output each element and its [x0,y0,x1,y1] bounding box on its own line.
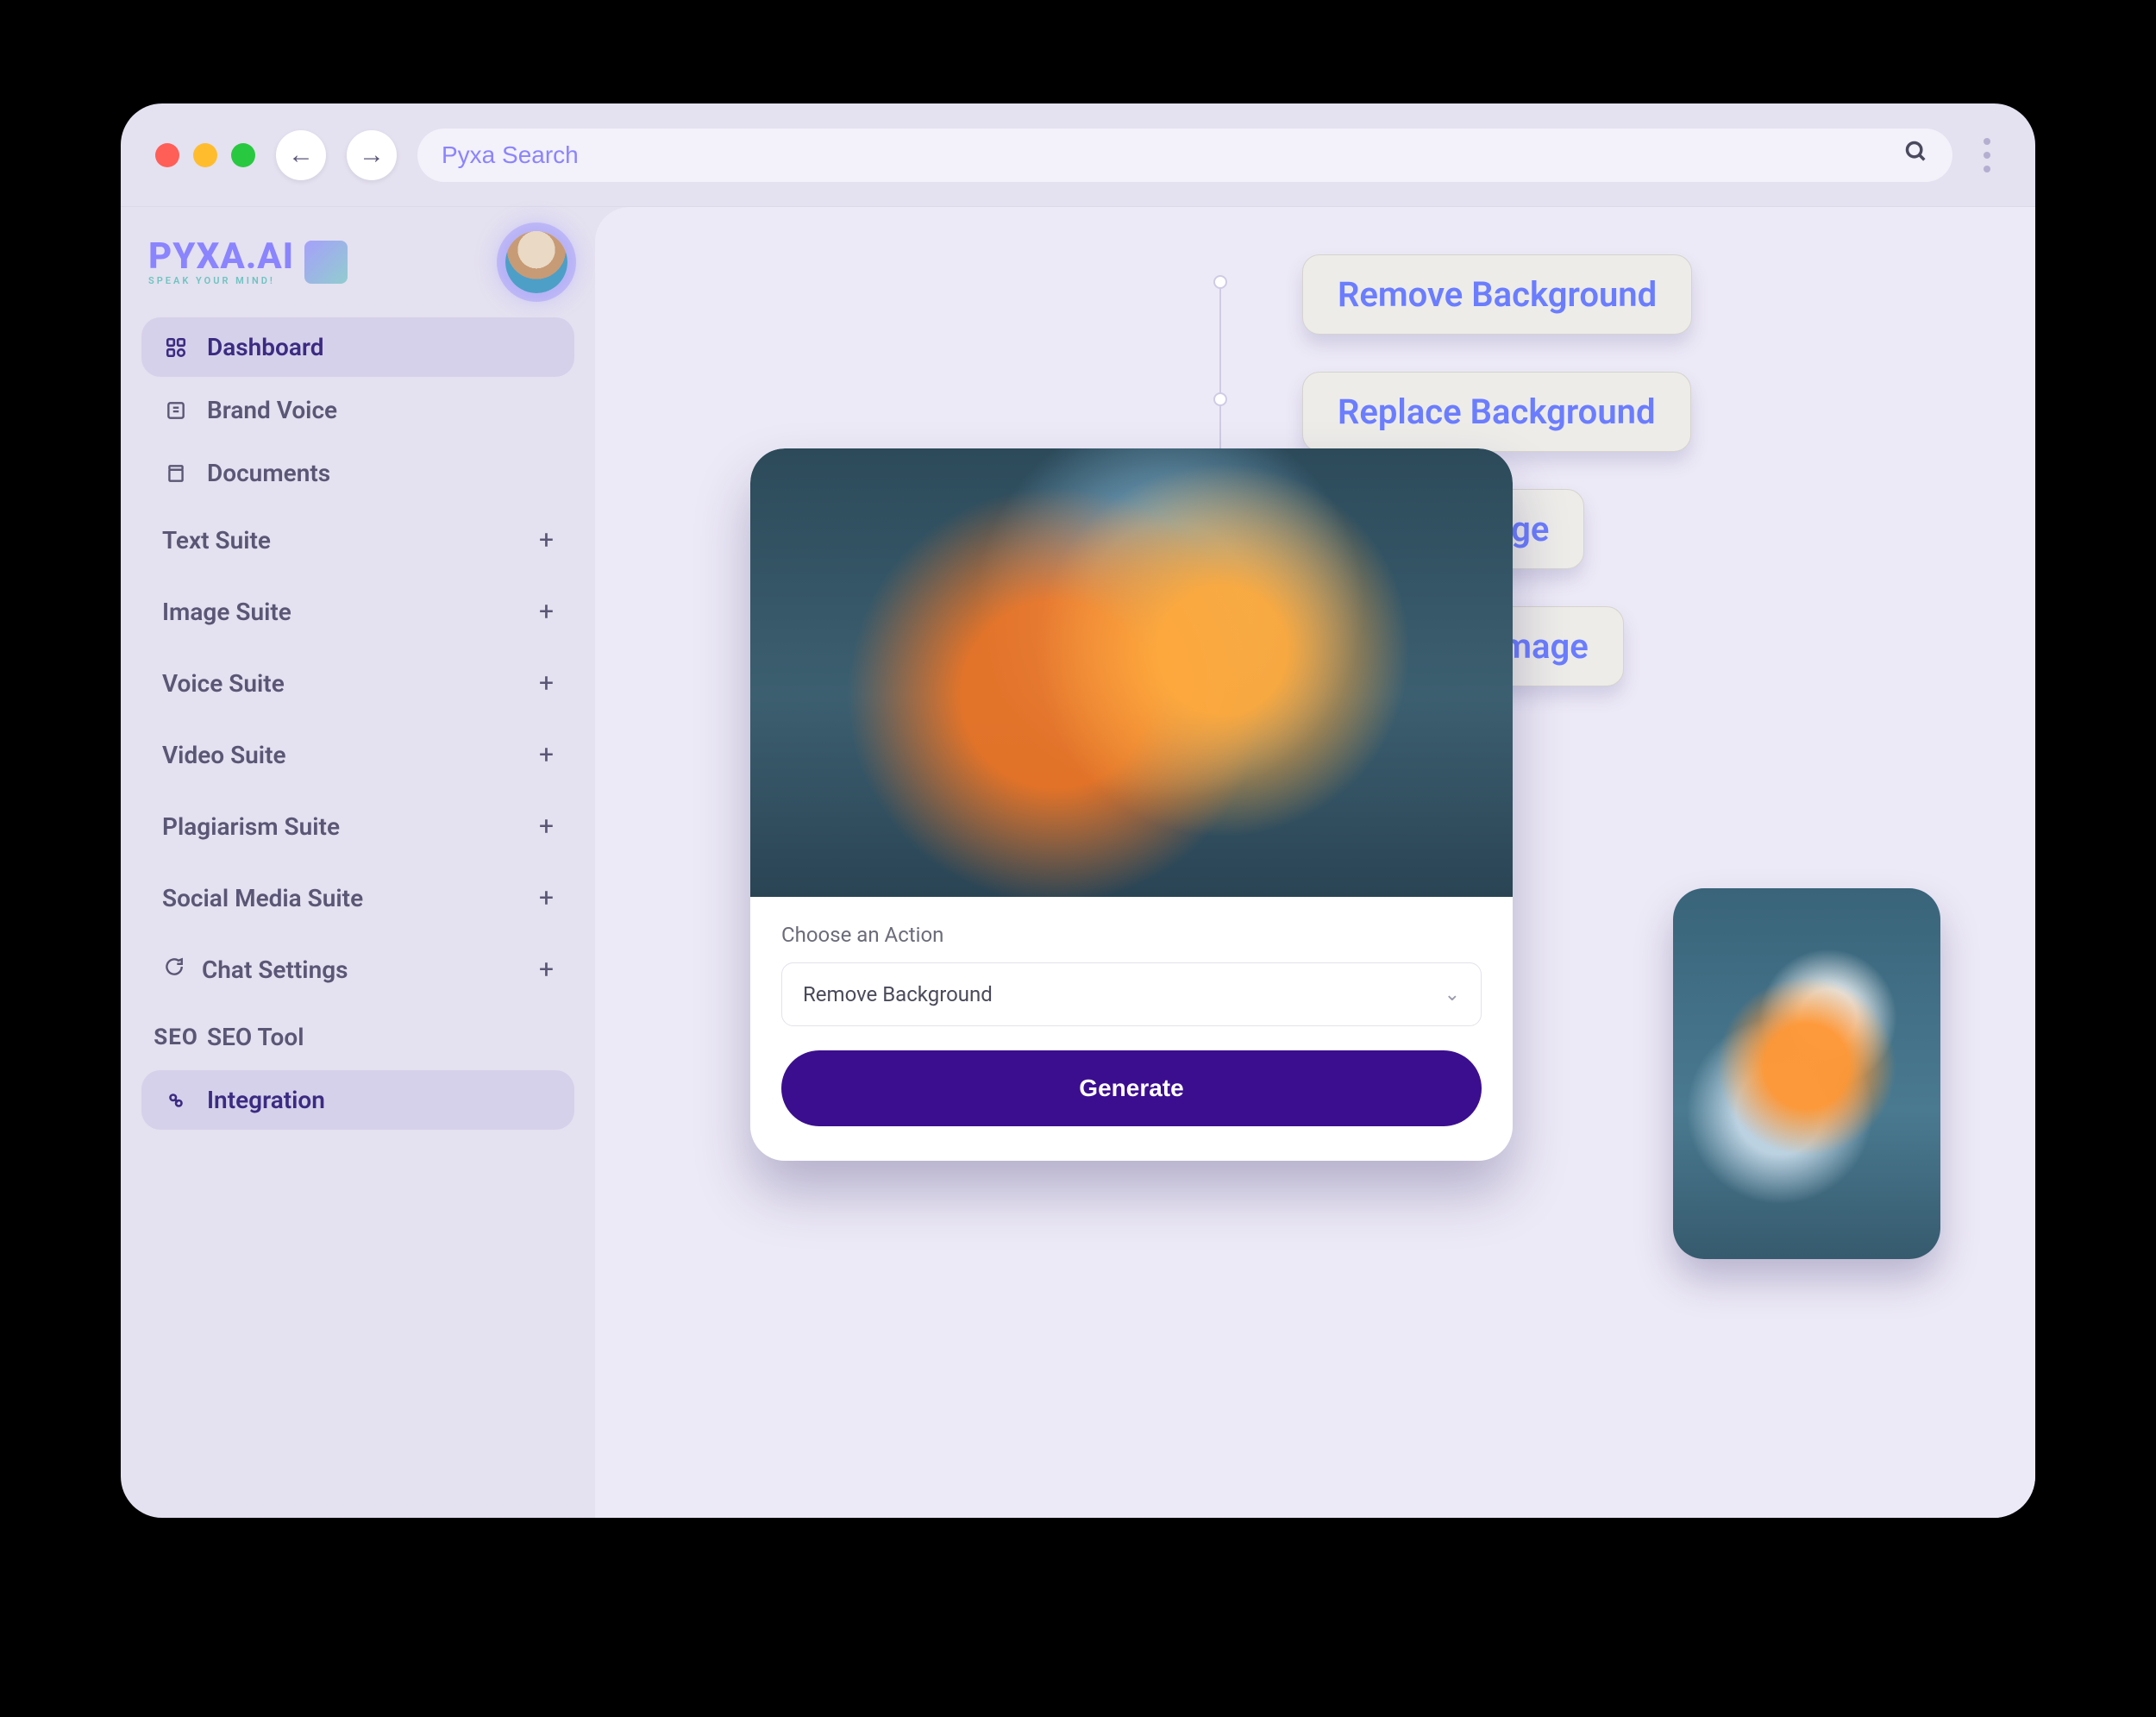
sidebar-group-label: Image Suite [162,598,291,626]
sidebar-group-voice-suite[interactable]: Voice Suite + [141,649,574,718]
forward-button[interactable]: → [347,130,397,180]
nav: Dashboard Brand Voice Documents Text Sui… [141,317,574,1130]
sidebar-group-label: Chat Settings [202,956,348,984]
plus-icon: + [539,597,554,627]
sidebar-group-label: Text Suite [162,526,271,555]
brand-title: PYXA.AI [148,238,294,276]
sidebar-group-chat-settings[interactable]: Chat Settings + [141,936,574,1004]
chat-icon [162,956,185,984]
sidebar-group-image-suite[interactable]: Image Suite + [141,578,574,646]
content-area: Remove Background Replace Background Tex… [595,207,2035,1518]
brand-logo: PYXA.AI SPEAK YOUR MIND! [148,238,294,286]
maximize-window-icon[interactable] [231,143,255,167]
sidebar-item-label: Dashboard [207,333,324,361]
search-icon[interactable] [1904,140,1928,171]
chevron-down-icon: ⌄ [1445,984,1460,1006]
more-menu-icon[interactable] [1973,138,2001,172]
generator-card: Choose an Action Remove Background ⌄ Gen… [750,448,1513,1161]
sidebar-item-documents[interactable]: Documents [141,443,574,503]
seo-icon: SEO [162,1025,190,1050]
sidebar-item-seo-tool[interactable]: SEO SEO Tool [141,1007,574,1067]
brand-subtitle: SPEAK YOUR MIND! [148,276,294,286]
plus-icon: + [539,883,554,913]
sidebar-group-label: Video Suite [162,741,286,769]
result-thumbnail[interactable] [1673,888,1940,1259]
integration-icon [162,1089,190,1112]
back-button[interactable]: ← [276,130,326,180]
sidebar-item-integration[interactable]: Integration [141,1070,574,1130]
sidebar-item-label: Documents [207,459,330,487]
sidebar-item-label: Integration [207,1086,325,1114]
action-pill-replace-background[interactable]: Replace Background [1302,372,1691,452]
sidebar-group-label: Plagiarism Suite [162,812,340,841]
generate-button[interactable]: Generate [781,1050,1482,1126]
rail-dot-icon [1213,392,1227,406]
titlebar: ← → [121,103,2035,207]
brand-glyph-icon [304,241,348,284]
sidebar-item-dashboard[interactable]: Dashboard [141,317,574,377]
sidebar-group-label: Voice Suite [162,669,285,698]
sidebar-group-plagiarism-suite[interactable]: Plagiarism Suite + [141,793,574,861]
app-window: ← → PYXA.AI SPEAK YOUR MIND! [121,103,2035,1518]
plus-icon: + [539,740,554,770]
sidebar-item-brand-voice[interactable]: Brand Voice [141,380,574,440]
plus-icon: + [539,812,554,842]
sidebar-group-label: Social Media Suite [162,884,363,912]
sidebar-group-text-suite[interactable]: Text Suite + [141,506,574,574]
rail-dot-icon [1213,275,1227,289]
close-window-icon[interactable] [155,143,179,167]
sidebar-group-social-media-suite[interactable]: Social Media Suite + [141,864,574,932]
documents-icon [162,462,190,485]
preview-image [750,448,1513,897]
brand-row: PYXA.AI SPEAK YOUR MIND! [141,231,574,317]
brand-voice-icon [162,399,190,422]
action-select-value: Remove Background [803,982,993,1006]
minimize-window-icon[interactable] [193,143,217,167]
sidebar: PYXA.AI SPEAK YOUR MIND! Dashboard [121,207,595,1518]
plus-icon: + [539,525,554,555]
avatar[interactable] [505,231,567,293]
action-label: Choose an Action [781,923,1482,947]
search-input[interactable] [442,141,1890,169]
sidebar-item-label: SEO Tool [207,1023,304,1051]
search-bar[interactable] [417,128,1952,182]
sidebar-group-video-suite[interactable]: Video Suite + [141,721,574,789]
arrow-right-icon: → [359,140,385,170]
action-pill-remove-background[interactable]: Remove Background [1302,254,1692,335]
dashboard-icon [162,336,190,359]
plus-icon: + [539,668,554,699]
window-controls [155,143,255,167]
action-select[interactable]: Remove Background ⌄ [781,962,1482,1026]
plus-icon: + [539,955,554,985]
arrow-left-icon: ← [288,140,314,170]
sidebar-item-label: Brand Voice [207,396,337,424]
